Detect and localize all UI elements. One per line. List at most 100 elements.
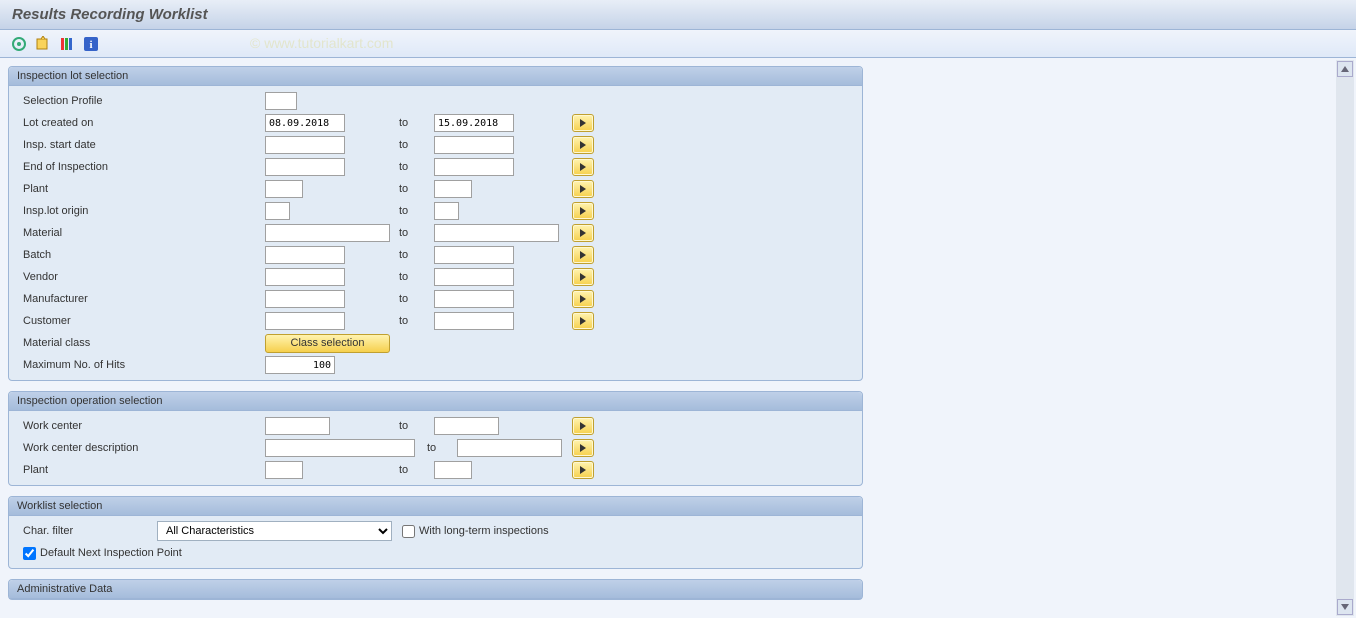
group-lot-selection: Inspection lot selection Selection Profi…: [8, 66, 863, 381]
svg-text:i: i: [89, 39, 92, 51]
input-wc-to[interactable]: [434, 417, 499, 435]
vertical-scrollbar[interactable]: [1336, 60, 1354, 616]
class-selection-button[interactable]: Class selection: [265, 334, 390, 353]
multi-select-customer[interactable]: [572, 312, 594, 330]
to-label: to: [427, 442, 436, 454]
label-material: Material: [17, 227, 247, 239]
to-label: to: [399, 420, 408, 432]
multi-select-material[interactable]: [572, 224, 594, 242]
get-variant-icon[interactable]: [34, 35, 52, 53]
scroll-down-icon[interactable]: [1337, 599, 1353, 615]
checkbox-default-next[interactable]: [23, 547, 36, 560]
row-manufacturer: Manufacturer to: [9, 288, 862, 310]
multi-select-vendor[interactable]: [572, 268, 594, 286]
scroll-up-icon[interactable]: [1337, 61, 1353, 77]
title-bar: Results Recording Worklist: [0, 0, 1356, 30]
to-label: to: [399, 117, 408, 129]
toolbar: i © www.tutorialkart.com: [0, 30, 1356, 58]
multi-select-plant[interactable]: [572, 180, 594, 198]
to-label: to: [399, 464, 408, 476]
row-max-hits: Maximum No. of Hits: [9, 354, 862, 376]
label-max-hits: Maximum No. of Hits: [17, 359, 247, 371]
to-label: to: [399, 227, 408, 239]
input-batch-from[interactable]: [265, 246, 345, 264]
multi-select-plant2[interactable]: [572, 461, 594, 479]
label-wc-desc: Work center description: [17, 442, 247, 454]
label-material-class: Material class: [17, 337, 247, 349]
input-wcdesc-to[interactable]: [457, 439, 562, 457]
label-batch: Batch: [17, 249, 247, 261]
to-label: to: [399, 183, 408, 195]
input-selection-profile[interactable]: [265, 92, 297, 110]
input-insp-start-to[interactable]: [434, 136, 514, 154]
input-plant2-from[interactable]: [265, 461, 303, 479]
page-title: Results Recording Worklist: [12, 6, 208, 23]
row-insp-start: Insp. start date to: [9, 134, 862, 156]
select-char-filter[interactable]: All Characteristics: [157, 521, 392, 541]
input-vendor-from[interactable]: [265, 268, 345, 286]
label-lot-created: Lot created on: [17, 117, 247, 129]
row-plant: Plant to: [9, 178, 862, 200]
multi-select-end-insp[interactable]: [572, 158, 594, 176]
multi-select-wcdesc[interactable]: [572, 439, 594, 457]
row-material-class: Material class Class selection: [9, 332, 862, 354]
label-origin: Insp.lot origin: [17, 205, 247, 217]
row-lot-created: Lot created on to: [9, 112, 862, 134]
input-lot-created-to[interactable]: [434, 114, 514, 132]
multi-select-manufacturer[interactable]: [572, 290, 594, 308]
input-wc-from[interactable]: [265, 417, 330, 435]
input-batch-to[interactable]: [434, 246, 514, 264]
label-longterm: With long-term inspections: [419, 525, 549, 537]
row-end-insp: End of Inspection to: [9, 156, 862, 178]
row-work-center: Work center to: [9, 415, 862, 437]
input-origin-from[interactable]: [265, 202, 290, 220]
group-worklist-selection: Worklist selection Char. filter All Char…: [8, 496, 863, 569]
input-plant-from[interactable]: [265, 180, 303, 198]
to-label: to: [399, 161, 408, 173]
row-customer: Customer to: [9, 310, 862, 332]
multi-select-wc[interactable]: [572, 417, 594, 435]
execute-icon[interactable]: [10, 35, 28, 53]
input-insp-start-from[interactable]: [265, 136, 345, 154]
row-batch: Batch to: [9, 244, 862, 266]
row-char-filter: Char. filter All Characteristics With lo…: [9, 520, 862, 542]
input-material-to[interactable]: [434, 224, 559, 242]
input-end-insp-from[interactable]: [265, 158, 345, 176]
to-label: to: [399, 315, 408, 327]
multi-select-batch[interactable]: [572, 246, 594, 264]
input-max-hits[interactable]: [265, 356, 335, 374]
input-lot-created-from[interactable]: [265, 114, 345, 132]
multi-select-insp-start[interactable]: [572, 136, 594, 154]
input-customer-to[interactable]: [434, 312, 514, 330]
input-manufacturer-from[interactable]: [265, 290, 345, 308]
row-wc-desc: Work center description to: [9, 437, 862, 459]
row-plant2: Plant to: [9, 459, 862, 481]
group-admin-data: Administrative Data: [8, 579, 863, 600]
input-vendor-to[interactable]: [434, 268, 514, 286]
input-end-insp-to[interactable]: [434, 158, 514, 176]
label-customer: Customer: [17, 315, 247, 327]
input-origin-to[interactable]: [434, 202, 459, 220]
watermark: © www.tutorialkart.com: [250, 35, 393, 51]
info-icon[interactable]: i: [82, 35, 100, 53]
input-manufacturer-to[interactable]: [434, 290, 514, 308]
multi-select-origin[interactable]: [572, 202, 594, 220]
input-material-from[interactable]: [265, 224, 390, 242]
input-customer-from[interactable]: [265, 312, 345, 330]
row-selection-profile: Selection Profile: [9, 90, 862, 112]
multi-select-lot-created[interactable]: [572, 114, 594, 132]
label-work-center: Work center: [17, 420, 247, 432]
checkbox-longterm[interactable]: [402, 525, 415, 538]
group-operation-selection: Inspection operation selection Work cent…: [8, 391, 863, 486]
to-label: to: [399, 249, 408, 261]
group-admin-header: Administrative Data: [9, 580, 862, 599]
label-selection-profile: Selection Profile: [17, 95, 247, 107]
input-wcdesc-from[interactable]: [265, 439, 415, 457]
label-plant: Plant: [17, 183, 247, 195]
checkbox-default-next-wrap[interactable]: Default Next Inspection Point: [17, 547, 182, 560]
input-plant-to[interactable]: [434, 180, 472, 198]
checkbox-longterm-wrap[interactable]: With long-term inspections: [402, 525, 549, 538]
row-default-next: Default Next Inspection Point: [9, 542, 862, 564]
variant-icon[interactable]: [58, 35, 76, 53]
input-plant2-to[interactable]: [434, 461, 472, 479]
